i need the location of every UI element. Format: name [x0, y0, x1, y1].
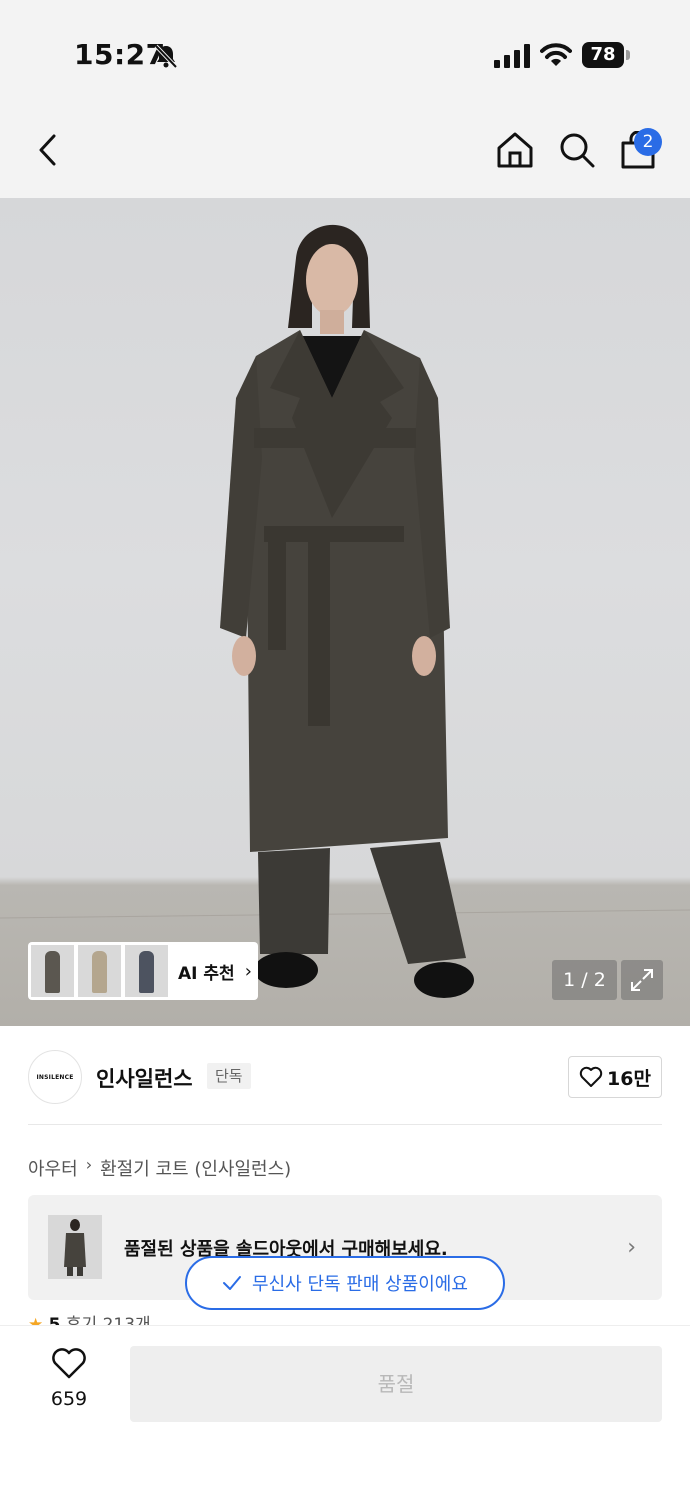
- wishlist-button[interactable]: 659: [36, 1348, 102, 1418]
- brand-logo-text: INSILENCE: [36, 1073, 74, 1081]
- breadcrumb-category[interactable]: 아우터: [28, 1155, 78, 1181]
- bottom-action-bar: 659 품절: [0, 1325, 690, 1500]
- brand-like-button[interactable]: 16만: [568, 1056, 662, 1098]
- thumbnail-figure: [45, 951, 60, 993]
- product-photo: [0, 224, 690, 998]
- back-button[interactable]: [26, 128, 70, 172]
- breadcrumb: 아우터 › 환절기 코트 (인사일런스): [28, 1155, 291, 1181]
- bell-muted-icon: [154, 44, 178, 69]
- thumbnail-figure: [92, 951, 107, 993]
- search-button[interactable]: [555, 128, 599, 172]
- divider: [28, 1124, 662, 1125]
- home-button[interactable]: [493, 128, 537, 172]
- signal-icon: [494, 44, 530, 68]
- expand-icon: [631, 969, 653, 991]
- image-page-counter: 1 / 2: [552, 960, 617, 1000]
- battery-indicator: 78: [582, 42, 630, 68]
- battery-level: 78: [582, 42, 624, 68]
- expand-image-button[interactable]: [621, 960, 663, 1000]
- ai-recommend-strip[interactable]: AI 추천 ›: [28, 942, 258, 1000]
- breadcrumb-product[interactable]: 환절기 코트 (인사일런스): [100, 1155, 291, 1181]
- soldout-buy-button[interactable]: 품절: [130, 1346, 662, 1422]
- thumbnail-figure: [139, 951, 154, 993]
- search-icon: [560, 133, 595, 168]
- thumbnail-1[interactable]: [31, 945, 74, 997]
- review-summary[interactable]: ★ 5 후기 213개: [28, 1310, 151, 1326]
- coat-thumbnail-image: [64, 1219, 86, 1276]
- thumbnail-2[interactable]: [78, 945, 121, 997]
- ai-recommend-label: AI 추천: [178, 963, 235, 984]
- exclusive-sale-toast: 무신사 단독 판매 상품이에요: [185, 1256, 505, 1310]
- app-header: [0, 104, 690, 198]
- exclusive-tag: 단독: [207, 1063, 251, 1089]
- chevron-right-icon: ›: [627, 1235, 636, 1260]
- chevron-right-icon: ›: [85, 1155, 93, 1174]
- home-icon: [497, 132, 533, 168]
- wifi-icon: [540, 43, 572, 66]
- check-icon: [223, 1276, 242, 1290]
- battery-cap: [626, 50, 630, 60]
- brand-name[interactable]: 인사일런스: [96, 1063, 193, 1093]
- brand-logo[interactable]: INSILENCE: [28, 1050, 82, 1104]
- wishlist-count: 659: [50, 1388, 88, 1410]
- heart-icon: [52, 1348, 86, 1379]
- chevron-right-icon: ›: [244, 960, 252, 982]
- heart-icon: [579, 1066, 603, 1087]
- product-image-gallery[interactable]: AI 추천 › 1 / 2: [0, 198, 690, 1026]
- chevron-left-icon: [39, 134, 56, 166]
- thumbnail-3[interactable]: [125, 945, 168, 997]
- exclusive-toast-text: 무신사 단독 판매 상품이에요: [252, 1274, 468, 1295]
- soldout-thumbnail: [48, 1215, 102, 1279]
- brand-like-count: 16만: [607, 1067, 651, 1090]
- status-bar: 15:27 78: [0, 0, 690, 104]
- cart-count-badge: 2: [634, 128, 662, 156]
